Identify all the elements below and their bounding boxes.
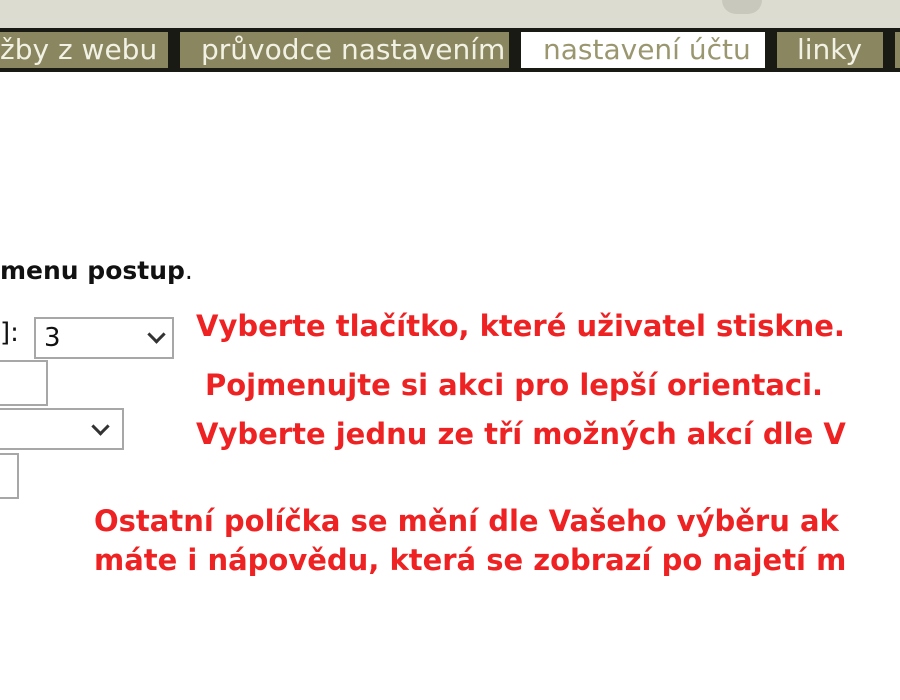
extra-input[interactable]: [0, 453, 19, 499]
chevron-down-icon: [147, 325, 166, 344]
hint-action: Vyberte jednu ze tří možných akcí dle V: [196, 417, 846, 451]
hint-other-line1: Ostatní políčka se mění dle Vašeho výběr…: [94, 504, 839, 538]
hint-other-line2: máte i nápovědu, která se zobrazí po naj…: [94, 543, 847, 577]
chevron-down-icon: [91, 417, 110, 436]
tab-label: žby z webu: [0, 33, 158, 66]
tab-nastaveni-uctu[interactable]: nastavení účtu: [521, 32, 765, 68]
tab-label: linky: [797, 33, 863, 66]
tab-partial[interactable]: [895, 32, 900, 68]
tab-label: nastavení účtu: [543, 33, 751, 66]
instruction-text: menu postup.: [0, 256, 193, 285]
instruction-bold: menu postup: [0, 256, 185, 285]
top-band: [0, 0, 900, 28]
button-select[interactable]: 3: [34, 317, 174, 359]
action-select[interactable]: [0, 408, 124, 450]
tab-sluzby-z-webu[interactable]: žby z webu: [0, 32, 168, 68]
tab-linky[interactable]: linky: [777, 32, 883, 68]
button-field-label: ]:: [0, 318, 19, 348]
instruction-end: .: [184, 256, 193, 285]
button-select-value: 3: [44, 323, 61, 353]
tab-pruvodce-nastavenim[interactable]: průvodce nastavením: [180, 32, 509, 68]
tab-label: průvodce nastavením: [201, 33, 506, 66]
action-name-input[interactable]: [0, 360, 48, 406]
hint-name: Pojmenujte si akci pro lepší orientaci.: [205, 368, 824, 402]
hint-button: Vyberte tlačítko, které uživatel stiskne…: [196, 309, 845, 343]
